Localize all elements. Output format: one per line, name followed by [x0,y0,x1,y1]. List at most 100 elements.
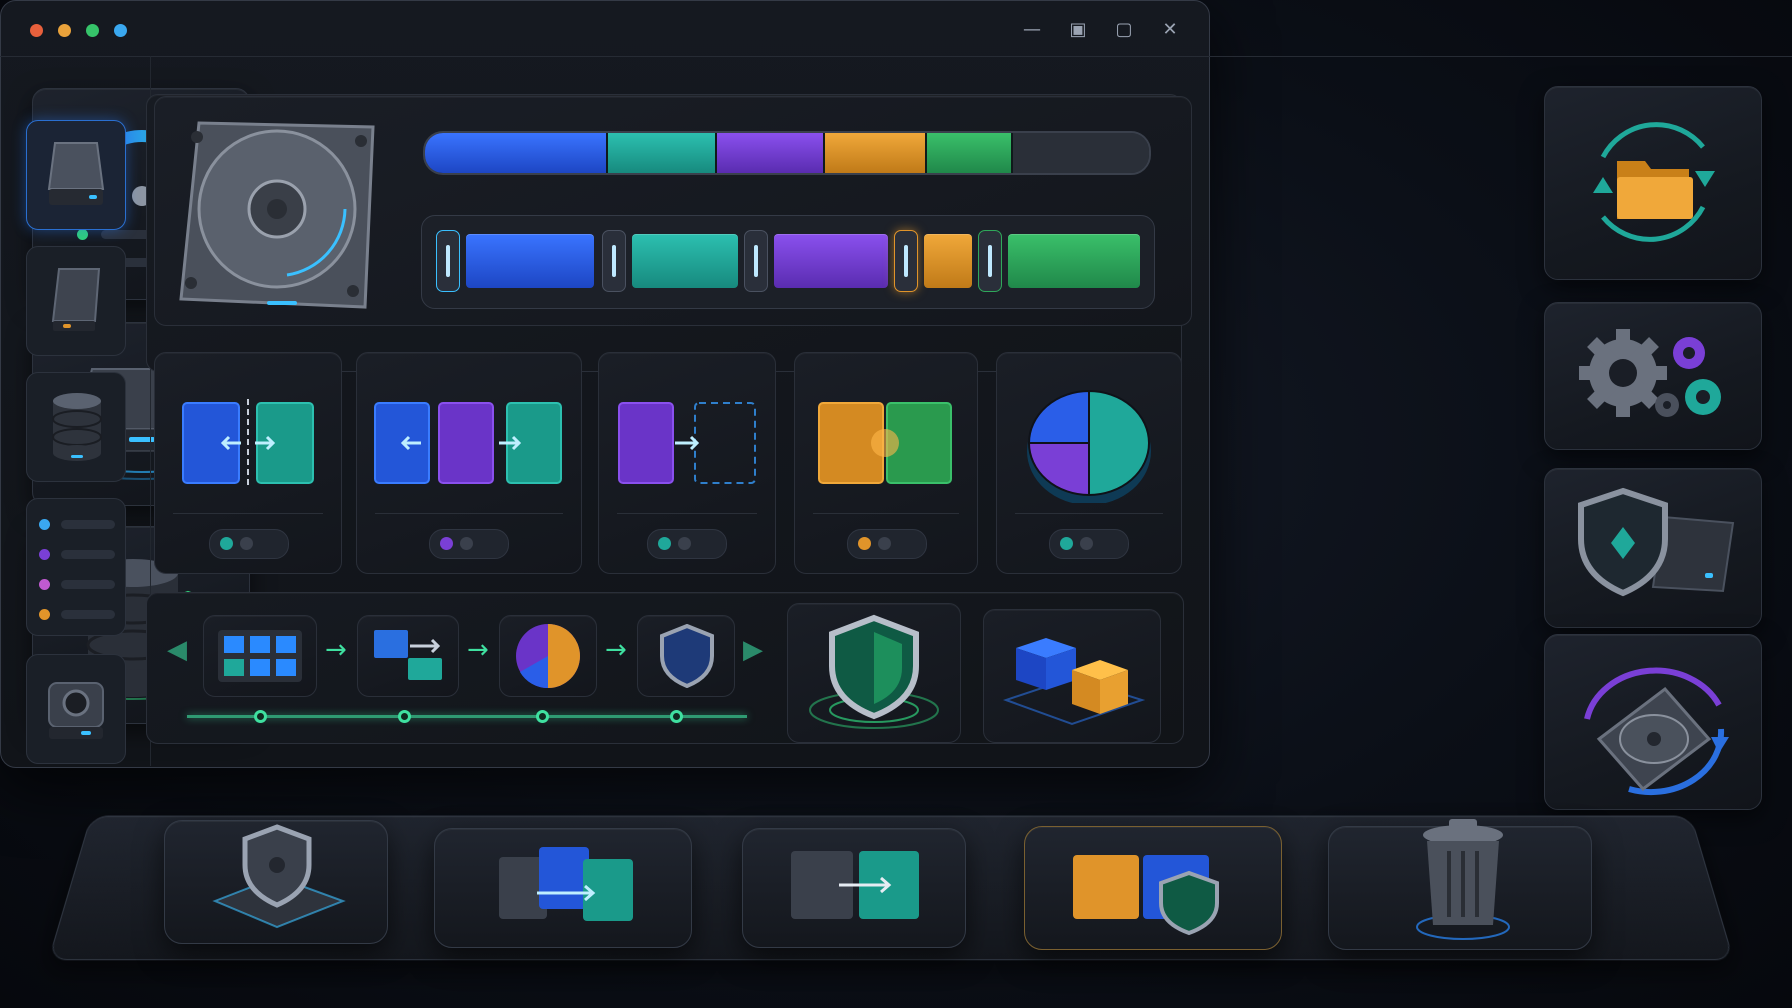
migrate-icon [791,851,919,919]
gears-card[interactable] [1544,302,1762,450]
pie-allocation-icon [1027,389,1151,503]
op-card-move[interactable] [356,352,582,574]
protect-card[interactable] [787,603,961,743]
op-card-allocation[interactable] [996,352,1182,574]
progress-node-1[interactable] [254,710,267,723]
workflow-arrow-2: → [467,635,489,665]
progress-node-3[interactable] [536,710,549,723]
clone-disk-icon [499,847,633,921]
workflow-arrow-end: ▶ [743,635,763,665]
list-dot-blue [39,519,50,530]
partition-handle-3[interactable] [744,230,768,292]
minimize-light[interactable] [58,24,71,37]
close-light[interactable] [30,24,43,37]
disk-rotate-card[interactable] [1544,634,1762,810]
dock-item-clone[interactable] [434,828,692,948]
pie-slice-blue [1027,389,1090,444]
partition-orange[interactable] [924,234,972,288]
list-dot-magenta [39,579,50,590]
hard-disk-icon [179,121,375,309]
sidebar-item-list[interactable] [26,498,126,636]
partition-blue[interactable] [466,234,594,288]
usage-segment-purple [714,133,826,173]
dock-item-migrate[interactable] [742,828,966,948]
workflow-step-shield[interactable] [637,615,735,697]
folder-sync-card[interactable] [1544,86,1762,280]
database-icon [52,393,102,461]
partition-bar [421,215,1155,309]
list-dot-purple [39,549,50,560]
usage-segment-green [924,133,1014,173]
disk-rotate-icon [1584,667,1729,796]
workflow-panel: ◀ → → → ▶ [146,592,1184,744]
op-card-create[interactable] [598,352,776,574]
sidebar-item-optical[interactable] [26,654,126,764]
secure-partition-icon [1073,855,1219,936]
shield-drive-icon [1578,487,1735,597]
workflow-arrow-1: → [325,635,347,665]
pie-icon [516,624,580,689]
sidebar-item-ssd[interactable] [26,246,126,356]
pie-slice-purple [1027,442,1090,497]
trash-icon [1416,819,1510,940]
sidebar [0,56,151,766]
protect-disk-icon [212,824,346,929]
progress-node-4[interactable] [670,710,683,723]
partition-handle-1[interactable] [436,230,460,292]
list-dot-orange [39,609,50,620]
copy-blocks-icon [374,630,442,680]
shield-drive-card[interactable] [1544,468,1762,628]
title-bar: — ▣ ▢ ✕ [0,0,1792,57]
usage-segment-teal [606,133,717,173]
info-light[interactable] [114,24,127,37]
list-line-2 [61,550,115,559]
op-card-merge[interactable] [794,352,978,574]
workflow-step-copy[interactable] [357,615,459,697]
shield-icon [660,624,714,688]
move-toggle[interactable] [429,529,509,559]
workflow-step-pie[interactable] [499,615,597,697]
partition-handle-4[interactable] [894,230,918,292]
partition-handle-5[interactable] [978,230,1002,292]
dock-item-delete[interactable] [1328,819,1592,950]
dock-item-secure-partition[interactable] [1024,826,1282,950]
partition-handle-2[interactable] [602,230,626,292]
blocks-stack-icon [1002,638,1146,726]
create-partition-icon [618,402,756,484]
workflow-arrow-3: → [605,635,627,665]
allocation-toggle[interactable] [1049,529,1129,559]
allocate-card[interactable] [983,609,1161,743]
list-line-1 [61,520,115,529]
workflow-arrow-start: ◀ [167,635,187,665]
minimize-button[interactable]: — [1022,20,1042,40]
close-button[interactable]: ✕ [1160,20,1180,40]
usage-segment-free [1011,133,1149,173]
progress-node-2[interactable] [398,710,411,723]
workflow-step-grid[interactable] [203,615,317,697]
merge-toggle[interactable] [847,529,927,559]
card-divider [617,513,757,514]
create-toggle[interactable] [647,529,727,559]
card-divider [1015,513,1163,514]
partition-purple[interactable] [774,234,888,288]
op-card-resize[interactable] [154,352,342,574]
grid-icon [218,630,302,682]
dock-item-protect[interactable] [164,820,388,944]
usage-segment-orange [823,133,927,173]
card-divider [173,513,323,514]
ssd-icon [51,268,101,331]
workflow-progress-line [187,715,747,718]
card-divider [375,513,563,514]
optical-drive-icon [48,682,104,739]
restore-button[interactable]: ▣ [1068,20,1088,40]
zoom-light[interactable] [86,24,99,37]
maximize-button[interactable]: ▢ [1114,20,1134,40]
usage-bar [423,131,1151,175]
move-partition-icon [374,402,562,484]
partition-teal[interactable] [632,234,738,288]
sidebar-item-hdd[interactable] [26,120,126,230]
partition-green[interactable] [1008,234,1140,288]
sidebar-item-database[interactable] [26,372,126,482]
resize-toggle[interactable] [209,529,289,559]
resize-partition-icon [182,399,314,487]
